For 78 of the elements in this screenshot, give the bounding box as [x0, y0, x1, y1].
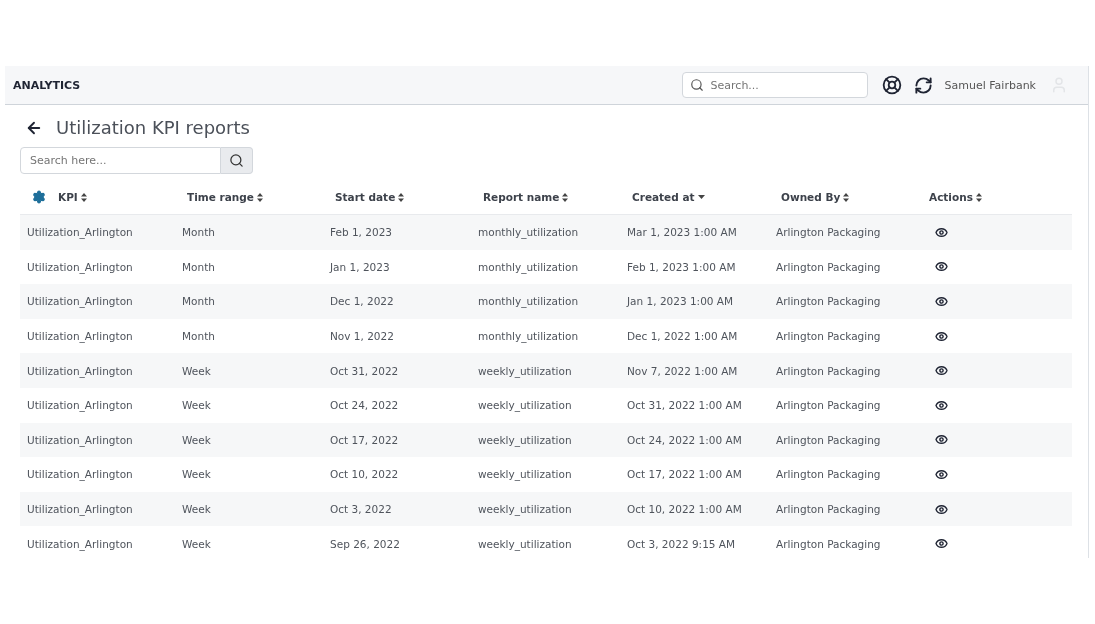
table-cell-text: Utilization_Arlington — [26, 330, 134, 343]
app-title: ANALYTICS — [13, 78, 82, 92]
table-cell-text: Week — [181, 503, 212, 516]
table-cell-text: Utilization_Arlington — [26, 260, 134, 273]
table-cell-text: Utilization_Arlington — [26, 295, 134, 308]
column-header[interactable]: Time range — [187, 191, 263, 203]
table-cell-text: Week — [181, 537, 212, 550]
table-cell-text: Utilization_Arlington — [26, 226, 134, 239]
table-cell-text: Month — [181, 226, 216, 239]
table-cell-text: Oct 17, 2022 — [329, 433, 400, 446]
table-cell-text: Arlington Packaging — [775, 468, 882, 481]
search-field[interactable]: Search here... — [20, 147, 221, 174]
table-cell-text: Month — [181, 260, 216, 273]
table-cell-text: Week — [181, 364, 212, 377]
table-cell-text: Oct 31, 2022 1:00 AM — [626, 399, 743, 412]
column-header[interactable]: Start date — [335, 191, 405, 203]
table-cell-text: Utilization_Arlington — [26, 364, 134, 377]
search-field[interactable]: Search... — [681, 72, 868, 98]
column-header[interactable]: Owned By — [781, 191, 850, 203]
user-name: Samuel Fairbank — [944, 78, 1036, 92]
table-cell-text: weekly_utilization — [477, 503, 573, 516]
table-cell-text: Sep 26, 2022 — [329, 537, 401, 550]
table-cell-text: Nov 7, 2022 1:00 AM — [626, 364, 739, 377]
table-cell-text: weekly_utilization — [477, 537, 573, 550]
table-cell-text: Utilization_Arlington — [26, 503, 134, 516]
table-cell-text: monthly_utilization — [477, 260, 580, 273]
table-cell-text: monthly_utilization — [477, 226, 580, 239]
table-cell-text: Oct 31, 2022 — [329, 364, 400, 377]
table-cell-text: Oct 17, 2022 1:00 AM — [626, 468, 743, 481]
table-cell-text: Utilization_Arlington — [26, 433, 134, 446]
table-cell-text: Oct 24, 2022 1:00 AM — [626, 433, 743, 446]
table-cell-text: Feb 1, 2023 — [329, 226, 393, 239]
table-cell-text: weekly_utilization — [477, 399, 573, 412]
refresh-icon[interactable] — [913, 75, 933, 95]
table-cell-text: monthly_utilization — [477, 330, 580, 343]
table-cell-text: Dec 1, 2022 1:00 AM — [626, 330, 739, 343]
column-header[interactable]: Actions — [929, 191, 982, 203]
table-cell-text: Arlington Packaging — [775, 399, 882, 412]
table-cell-text: weekly_utilization — [477, 468, 573, 481]
settings-icon[interactable] — [32, 190, 46, 204]
lifebuoy-icon[interactable] — [881, 75, 902, 95]
table-cell-text: Oct 10, 2022 — [329, 468, 400, 481]
table-cell-text: weekly_utilization — [477, 364, 573, 377]
table-cell-text: Jan 1, 2023 1:00 AM — [625, 295, 735, 308]
column-header[interactable]: Report name — [483, 191, 569, 203]
table-cell-text: Arlington Packaging — [775, 537, 882, 550]
table-cell-text: Utilization_Arlington — [26, 468, 134, 481]
table-cell-text: Arlington Packaging — [775, 330, 882, 343]
table-cell-text: Dec 1, 2022 — [329, 295, 395, 308]
table-cell-text: Nov 1, 2022 — [329, 330, 395, 343]
search-icon — [689, 78, 704, 92]
table-cell-text: Week — [181, 433, 212, 446]
table-cell-text: monthly_utilization — [477, 295, 580, 308]
table-cell-text: Mar 1, 2023 1:00 AM — [626, 226, 738, 239]
table-cell-text: Utilization_Arlington — [26, 537, 134, 550]
table-cell-text: Utilization_Arlington — [26, 399, 134, 412]
table-cell-text: Arlington Packaging — [775, 364, 882, 377]
table-cell-text: Oct 24, 2022 — [329, 399, 400, 412]
table-cell-text: Week — [181, 468, 212, 481]
column-header[interactable]: Created at — [632, 191, 705, 203]
page-title: Utilization KPI reports — [56, 117, 250, 138]
table-cell-text: Arlington Packaging — [775, 260, 882, 273]
table-cell-text: Arlington Packaging — [775, 226, 882, 239]
table-cell-text: Arlington Packaging — [775, 295, 882, 308]
table-cell-text: Oct 10, 2022 1:00 AM — [626, 503, 743, 516]
table-cell-text: Week — [181, 399, 212, 412]
table-cell-text: Arlington Packaging — [775, 433, 882, 446]
table-cell-text: Oct 3, 2022 9:15 AM — [626, 537, 737, 550]
table-cell-text: Arlington Packaging — [775, 503, 882, 516]
table-cell-text: Month — [181, 295, 216, 308]
table-cell-text: weekly_utilization — [477, 433, 573, 446]
table-cell-text: Month — [181, 330, 216, 343]
column-header[interactable]: KPI — [58, 191, 87, 203]
table-cell-text: Oct 3, 2022 — [329, 503, 393, 516]
search-icon — [229, 153, 244, 168]
table-cell-text: Jan 1, 2023 — [328, 260, 391, 273]
search-button[interactable] — [221, 147, 253, 174]
table-cell-text: Feb 1, 2023 1:00 AM — [626, 260, 737, 273]
